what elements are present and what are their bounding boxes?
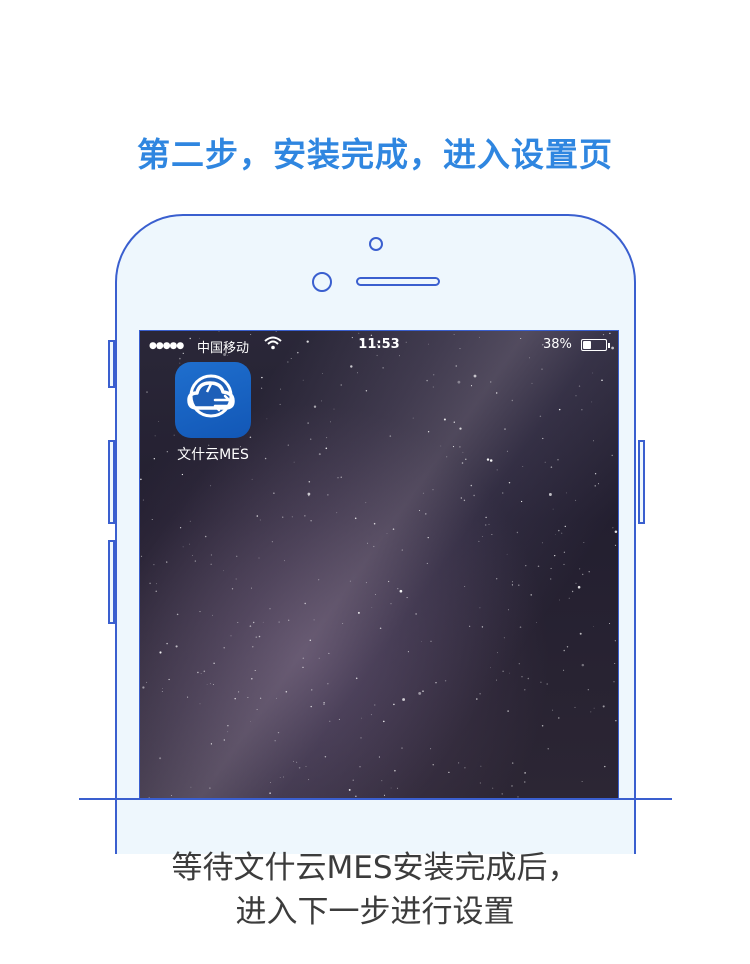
app-label: 文什云MES xyxy=(177,447,249,463)
power-button xyxy=(638,440,645,524)
volume-up-button xyxy=(108,440,115,524)
proximity-sensor xyxy=(312,272,332,292)
home-screen: ●●●●● 中国移动 11:53 38% 文什云MES xyxy=(139,330,619,800)
description-line-1: 等待文什云MES安装完成后， xyxy=(171,850,579,886)
description-line-2: 进入下一步进行设置 xyxy=(235,894,515,930)
app-icon-wenshiyun-mes[interactable] xyxy=(175,362,251,438)
battery-fill xyxy=(583,341,591,349)
baseline-divider xyxy=(79,798,672,800)
mute-switch xyxy=(108,340,115,388)
front-camera xyxy=(369,237,383,251)
volume-down-button xyxy=(108,540,115,624)
step-title: 第二步，安装完成，进入设置页 xyxy=(137,135,613,174)
battery-percent: 38% xyxy=(543,337,572,352)
cloud-sync-icon xyxy=(187,374,235,418)
earpiece-speaker xyxy=(356,277,440,286)
battery-icon xyxy=(581,339,610,351)
status-bar: ●●●●● 中国移动 11:53 38% xyxy=(140,331,618,359)
